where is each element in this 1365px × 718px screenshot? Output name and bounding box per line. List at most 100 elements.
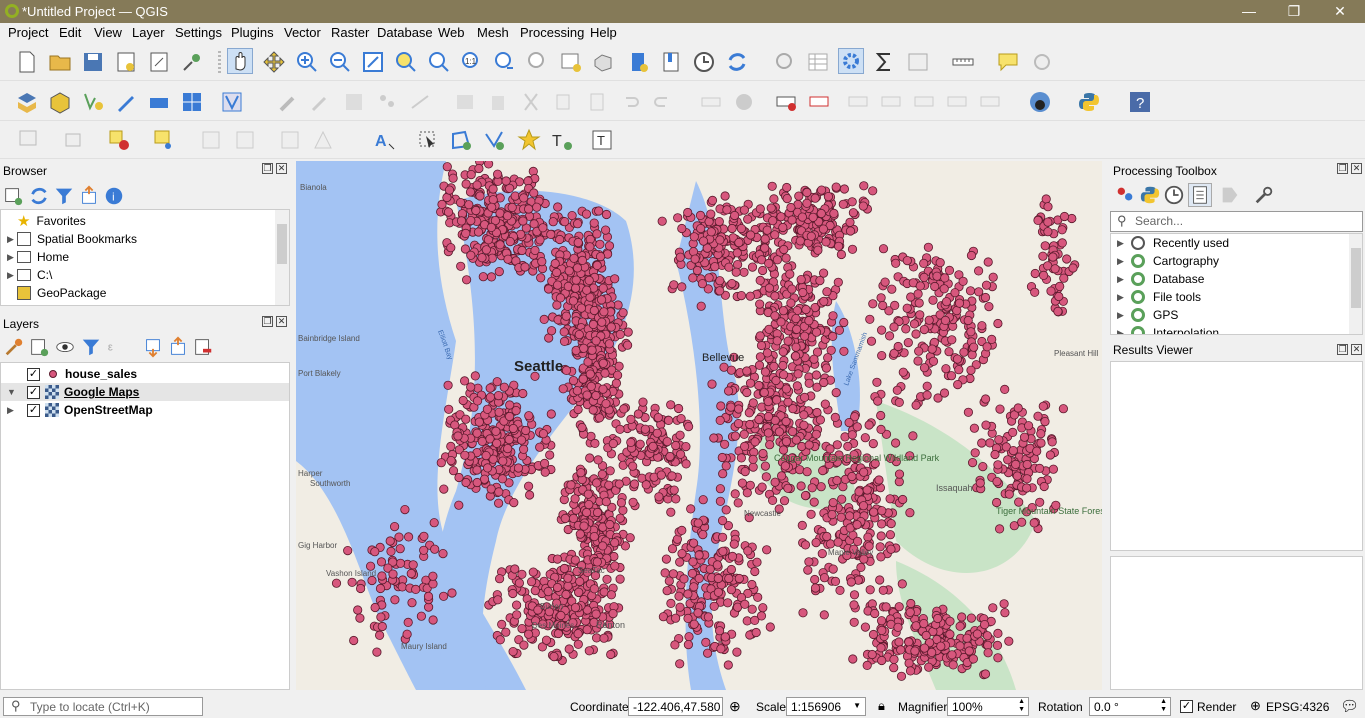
menu-web[interactable]: Web bbox=[438, 25, 465, 40]
browser-item-spatial-bookmarks[interactable]: ▶ Spatial Bookmarks bbox=[7, 230, 137, 248]
maximize-button[interactable]: ❐ bbox=[1285, 2, 1303, 20]
scale-combobox[interactable]: 1:156906 ▼ bbox=[786, 697, 866, 716]
new-geopackage-icon[interactable] bbox=[47, 89, 73, 115]
new-project-icon[interactable] bbox=[14, 49, 40, 75]
map-canvas[interactable]: Bianola Seattle Bellevue Vashon Island M… bbox=[296, 161, 1102, 690]
minimize-button[interactable]: — bbox=[1240, 2, 1258, 20]
rotate-label-icon[interactable] bbox=[944, 89, 970, 115]
snapping-icon[interactable] bbox=[232, 127, 258, 153]
edit-features-in-place-icon[interactable] bbox=[1219, 184, 1241, 206]
processing-scrollbar[interactable] bbox=[1349, 234, 1362, 334]
reshape-icon[interactable] bbox=[310, 127, 336, 153]
open-attribute-table-icon[interactable] bbox=[805, 49, 831, 75]
refresh-icon[interactable] bbox=[724, 49, 750, 75]
label-toolbar-icon[interactable] bbox=[698, 89, 724, 115]
zoom-to-selection-icon[interactable] bbox=[393, 49, 419, 75]
zoom-next-icon[interactable] bbox=[525, 49, 551, 75]
close-panel-icon[interactable]: ✕ bbox=[276, 316, 287, 327]
annotation-line-icon[interactable] bbox=[481, 127, 507, 153]
manage-map-themes-icon[interactable] bbox=[54, 336, 76, 358]
change-label-icon[interactable] bbox=[977, 89, 1003, 115]
shape-digitizing-icon[interactable] bbox=[277, 127, 303, 153]
save-layer-edits-icon[interactable] bbox=[341, 89, 367, 115]
deselect-features-icon[interactable] bbox=[106, 127, 132, 153]
browser-item-c-drive[interactable]: ▶ C:\ bbox=[7, 266, 52, 284]
digitize-icon[interactable] bbox=[113, 89, 139, 115]
layout-manager-icon[interactable] bbox=[146, 49, 172, 75]
menu-help[interactable]: Help bbox=[590, 25, 617, 40]
menu-view[interactable]: View bbox=[94, 25, 122, 40]
layer-row-house-sales[interactable]: ✓ house_sales bbox=[7, 365, 289, 383]
rotation-spinbox[interactable]: 0.0 ° ▲ ▼ bbox=[1089, 697, 1171, 716]
annotation-polygon-icon[interactable] bbox=[448, 127, 474, 153]
coordinate-field[interactable]: -122.406,47.580 bbox=[628, 697, 723, 716]
menu-edit[interactable]: Edit bbox=[59, 25, 81, 40]
mouse-pointer-icon[interactable]: ⊕ bbox=[729, 698, 741, 715]
annotation-point-text-icon[interactable]: T bbox=[549, 127, 575, 153]
select-features-icon[interactable] bbox=[905, 49, 931, 75]
zoom-to-layer-icon[interactable] bbox=[426, 49, 452, 75]
lock-icon[interactable]: 🔒︎ bbox=[878, 698, 885, 714]
close-button[interactable]: ✕ bbox=[1331, 2, 1349, 20]
layer-visibility-checkbox[interactable]: ✓ bbox=[27, 403, 40, 417]
select-by-area-icon[interactable] bbox=[16, 127, 42, 153]
filter-legend-icon[interactable] bbox=[80, 336, 102, 358]
pin-labels-icon[interactable] bbox=[845, 89, 871, 115]
new-3d-view-icon[interactable] bbox=[591, 49, 617, 75]
identify-features-icon[interactable] bbox=[772, 49, 798, 75]
open-project-icon[interactable] bbox=[47, 49, 73, 75]
show-bookmarks-icon[interactable] bbox=[658, 49, 684, 75]
style-manager-icon[interactable] bbox=[179, 49, 205, 75]
menu-settings[interactable]: Settings bbox=[175, 25, 222, 40]
layer-row-openstreetmap[interactable]: ▶ ✓ OpenStreetMap bbox=[7, 401, 153, 419]
move-label-icon[interactable] bbox=[911, 89, 937, 115]
layer-styling-icon[interactable] bbox=[3, 336, 25, 358]
new-bookmark-icon[interactable] bbox=[627, 49, 653, 75]
processing-toolbox-icon[interactable] bbox=[838, 48, 864, 74]
add-selected-layers-icon[interactable] bbox=[2, 185, 24, 207]
remove-layer-icon[interactable] bbox=[192, 336, 214, 358]
menu-database[interactable]: Database bbox=[377, 25, 433, 40]
data-source-manager-icon[interactable] bbox=[14, 89, 40, 115]
python-scripts-icon[interactable] bbox=[1139, 184, 1161, 206]
menu-raster[interactable]: Raster bbox=[331, 25, 369, 40]
scrollbar-thumb[interactable] bbox=[277, 224, 287, 264]
show-hide-labels-icon[interactable] bbox=[878, 89, 904, 115]
expand-all-icon[interactable] bbox=[142, 336, 164, 358]
processing-item-cartography[interactable]: ▶ Cartography bbox=[1117, 252, 1219, 270]
paste-features-icon[interactable] bbox=[584, 89, 610, 115]
temporary-layer-icon[interactable] bbox=[146, 89, 172, 115]
history-icon[interactable] bbox=[1163, 184, 1185, 206]
copy-features-icon[interactable] bbox=[551, 89, 577, 115]
pan-to-selection-icon[interactable] bbox=[261, 49, 287, 75]
float-panel-icon[interactable]: ❐ bbox=[262, 163, 273, 174]
menu-layer[interactable]: Layer bbox=[132, 25, 165, 40]
panel-splitter[interactable] bbox=[1103, 161, 1107, 691]
browser-item-geopackage[interactable]: GeoPackage bbox=[7, 284, 106, 302]
current-edits-icon[interactable] bbox=[276, 89, 302, 115]
advanced-digitizing-icon[interactable] bbox=[198, 127, 224, 153]
map-tips-icon[interactable] bbox=[995, 49, 1021, 75]
processing-item-file-tools[interactable]: ▶ File tools bbox=[1117, 288, 1201, 306]
python-console-icon[interactable] bbox=[1076, 89, 1102, 115]
help-icon[interactable]: ? bbox=[1127, 89, 1153, 115]
map-view[interactable]: Bianola Seattle Bellevue Vashon Island M… bbox=[296, 161, 1102, 690]
spin-arrows-icon[interactable]: ▲ ▼ bbox=[1018, 698, 1025, 714]
measure-line-icon[interactable] bbox=[950, 49, 976, 75]
locator-search-input[interactable]: ⚲ Type to locate (Ctrl+K) bbox=[3, 697, 203, 716]
magnifier-spinbox[interactable]: 100% ▲ ▼ bbox=[947, 697, 1029, 716]
processing-item-recently-used[interactable]: ▶ Recently used bbox=[1117, 234, 1229, 252]
layer-visibility-checkbox[interactable]: ✓ bbox=[27, 385, 40, 399]
cut-features-icon[interactable] bbox=[518, 89, 544, 115]
processing-item-interpolation[interactable]: ▶ Interpolation bbox=[1117, 324, 1219, 334]
redo-icon[interactable] bbox=[650, 89, 676, 115]
menu-vector[interactable]: Vector bbox=[284, 25, 321, 40]
new-shapefile-icon[interactable] bbox=[80, 89, 106, 115]
virtual-layer-icon[interactable] bbox=[219, 89, 245, 115]
annotation-text-icon[interactable]: A bbox=[372, 127, 398, 153]
menu-mesh[interactable]: Mesh bbox=[477, 25, 509, 40]
annotation-select-icon[interactable] bbox=[415, 127, 441, 153]
spin-arrows-icon[interactable]: ▲ ▼ bbox=[1160, 698, 1167, 714]
text-annotation-icon[interactable]: T bbox=[589, 127, 615, 153]
temporal-controller-icon[interactable] bbox=[691, 49, 717, 75]
